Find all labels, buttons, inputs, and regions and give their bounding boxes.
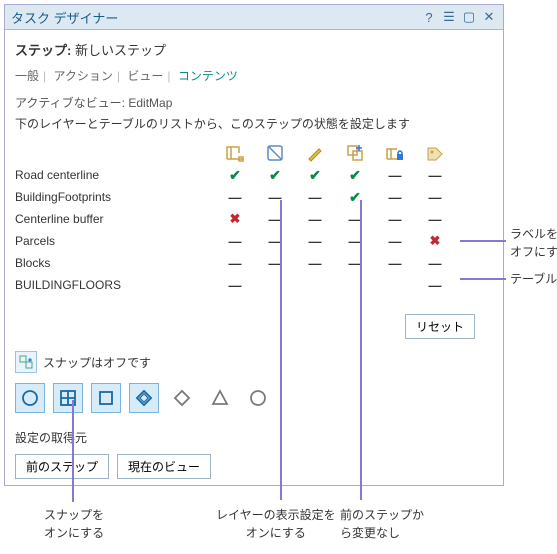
layer-state-cell[interactable]: ✖	[415, 233, 455, 249]
col-label	[415, 143, 455, 163]
layer-state-cell[interactable]: —	[335, 234, 375, 249]
dock-icon[interactable]: ▢	[461, 9, 477, 25]
layer-state-cell[interactable]: —	[415, 190, 455, 205]
snap-diamond[interactable]	[167, 383, 197, 413]
layer-state-cell[interactable]: —	[255, 212, 295, 227]
current-view-button[interactable]: 現在のビュー	[117, 454, 211, 479]
tabs: 一般| アクション| ビュー| コンテンツ	[5, 63, 503, 88]
snap-toggle-icon[interactable]	[15, 351, 37, 373]
active-view-value: EditMap	[128, 96, 172, 110]
layer-row: Road centerline✔✔✔✔——	[15, 164, 493, 186]
layer-name: Centerline buffer	[15, 212, 215, 226]
layer-state-cell[interactable]: —	[375, 212, 415, 227]
snap-ring[interactable]	[243, 383, 273, 413]
step-name: 新しいステップ	[75, 43, 166, 58]
snap-grid[interactable]	[53, 383, 83, 413]
callout-layer-vis: レイヤーの表示設定を オンにする	[216, 506, 336, 542]
layer-row: Parcels—————✖	[15, 230, 493, 252]
settings-from-label: 設定の取得元	[5, 429, 503, 454]
col-editable	[295, 143, 335, 163]
layer-name: Blocks	[15, 256, 215, 270]
layer-state-cell[interactable]: —	[375, 190, 415, 205]
layer-state-cell[interactable]: —	[375, 256, 415, 271]
layer-state-cell[interactable]: —	[415, 256, 455, 271]
layer-state-cell[interactable]: —	[215, 190, 255, 205]
callout-snap-on: スナップを オンにする	[44, 506, 104, 542]
layer-name: Parcels	[15, 234, 215, 248]
layer-state-cell[interactable]: —	[215, 234, 255, 249]
layer-state-cell[interactable]: —	[375, 234, 415, 249]
layer-state-cell[interactable]: —	[255, 256, 295, 271]
reset-button[interactable]: リセット	[405, 314, 475, 339]
callout-prev-unchanged: 前のステップか ら変更なし	[340, 506, 424, 542]
layer-state-cell[interactable]: —	[415, 278, 455, 293]
layer-state-cell[interactable]: ✔	[335, 167, 375, 184]
col-layer-visibility	[215, 143, 255, 163]
layer-row: BuildingFootprints———✔——	[15, 186, 493, 208]
layer-state-cell[interactable]: —	[295, 234, 335, 249]
col-addable	[335, 143, 375, 163]
layer-name: BuildingFootprints	[15, 190, 215, 204]
snap-square[interactable]	[91, 383, 121, 413]
snap-triangle[interactable]	[205, 383, 235, 413]
help-icon[interactable]: ?	[421, 9, 437, 25]
active-view-label: アクティブなビュー:	[15, 96, 125, 110]
layer-state-cell[interactable]: ✔	[255, 167, 295, 184]
layer-state-cell[interactable]: ✖	[215, 211, 255, 227]
layer-state-cell[interactable]: —	[255, 190, 295, 205]
layer-row: BUILDINGFLOORS——	[15, 274, 493, 296]
layer-state-cell[interactable]: —	[415, 212, 455, 227]
layer-state-cell[interactable]: —	[335, 256, 375, 271]
layer-state-cell[interactable]: —	[215, 256, 255, 271]
prev-step-button[interactable]: 前のステップ	[15, 454, 109, 479]
step-label: ステップ:	[15, 43, 71, 58]
layer-state-cell[interactable]: —	[335, 212, 375, 227]
layer-state-cell[interactable]: —	[375, 168, 415, 183]
description: 下のレイヤーとテーブルのリストから、このステップの状態を設定します	[5, 113, 503, 142]
layer-name: Road centerline	[15, 168, 215, 182]
snap-diamond-sq[interactable]	[129, 383, 159, 413]
layer-state-cell[interactable]: ✔	[335, 189, 375, 206]
callout-label-off: ラベルを オフにする	[510, 225, 557, 261]
layer-state-cell[interactable]: ✔	[215, 167, 255, 184]
col-lock	[375, 143, 415, 163]
tab-contents[interactable]: コンテンツ	[178, 69, 238, 83]
layer-row: Centerline buffer✖—————	[15, 208, 493, 230]
menu-icon[interactable]: ☰	[441, 9, 457, 25]
layer-state-cell[interactable]: —	[215, 278, 255, 293]
snap-status: スナップはオフです	[43, 354, 151, 371]
tab-general[interactable]: 一般	[15, 69, 39, 83]
panel-title: タスク デザイナー	[11, 8, 118, 27]
layer-state-cell[interactable]: —	[415, 168, 455, 183]
layer-state-cell[interactable]: —	[295, 256, 335, 271]
tab-view[interactable]: ビュー	[127, 69, 163, 83]
layer-name: BUILDINGFLOORS	[15, 278, 215, 292]
tab-action[interactable]: アクション	[53, 69, 112, 83]
snap-circle[interactable]	[15, 383, 45, 413]
layer-state-cell[interactable]: ✔	[295, 167, 335, 184]
col-selectable	[255, 143, 295, 163]
layer-state-cell[interactable]: —	[295, 190, 335, 205]
layer-state-cell[interactable]: —	[255, 234, 295, 249]
callout-table: テーブル	[510, 270, 557, 288]
layer-state-cell[interactable]: —	[295, 212, 335, 227]
layer-row: Blocks——————	[15, 252, 493, 274]
close-icon[interactable]: ✕	[481, 9, 497, 25]
